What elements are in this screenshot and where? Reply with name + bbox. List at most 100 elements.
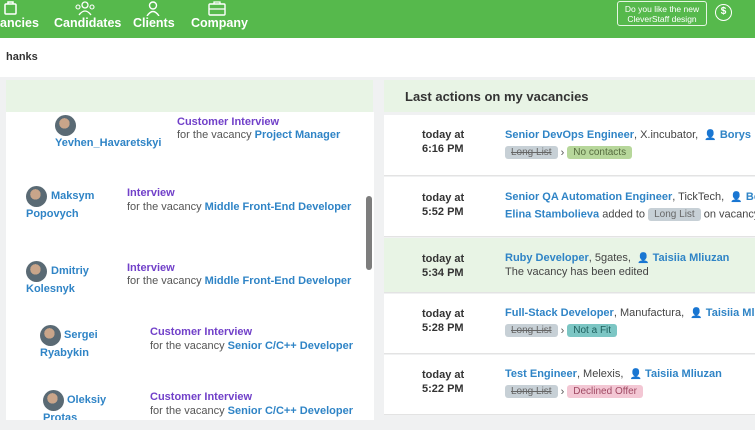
vacancy-link[interactable]: Senior C/C++ Developer — [228, 405, 353, 417]
user-link[interactable]: Bory — [746, 191, 755, 203]
candidate-name-last[interactable]: Popovych — [26, 206, 79, 222]
nav-company[interactable]: Company — [191, 0, 248, 38]
nav-candidates-label: Candidates — [54, 16, 122, 30]
status-from-badge: Long List — [505, 385, 558, 398]
vacancy-link[interactable]: Senior C/C++ Developer — [228, 340, 353, 352]
avatar[interactable] — [55, 115, 76, 136]
user-link[interactable]: Taisiia Mliuzan — [645, 368, 722, 380]
candidate-name-last[interactable]: Ryabykin — [40, 345, 89, 361]
vacancy-link[interactable]: Senior QA Automation Engineer — [505, 191, 672, 203]
activity-line: for the vacancy Middle Front-End Develop… — [127, 275, 351, 287]
vacancy-link[interactable]: Ruby Developer — [505, 252, 589, 264]
action-note: The vacancy has been edited — [505, 266, 649, 278]
nav-clients[interactable]: Clients — [133, 0, 175, 38]
vacancy-link[interactable]: Test Engineer — [505, 368, 577, 380]
right-panel-header: Last actions on my vacancies — [384, 80, 755, 112]
vacancy-link[interactable]: Middle Front-End Developer — [205, 275, 352, 287]
client-name: , 5gates, — [588, 252, 631, 264]
client-name: , Melexis, — [576, 368, 624, 380]
activity-line: for the vacancy Project Manager — [177, 129, 340, 141]
right-panel-title: Last actions on my vacancies — [405, 89, 589, 104]
promo-line1: Do you like the new — [624, 4, 700, 14]
action-day: today at — [422, 192, 465, 204]
clients-icon — [146, 1, 160, 16]
user-icon: 👤 — [637, 253, 650, 264]
status-to-badge: Declined Offer — [567, 385, 644, 398]
for-text: for the vacancy — [177, 129, 252, 141]
action-time: today at 5:52 PM — [422, 191, 464, 219]
company-icon — [208, 1, 226, 16]
user-icon: 👤 — [629, 369, 642, 380]
user-link[interactable]: Borys — [720, 129, 751, 141]
nav-candidates[interactable]: Candidates — [54, 0, 122, 38]
action-line-1: Senior QA Automation Engineer, TickTech,… — [505, 191, 755, 203]
vacancies-icon — [4, 1, 17, 15]
client-name: , TickTech, — [672, 191, 725, 203]
nav-vacancies-label: ancies — [0, 16, 39, 30]
status-to-badge: Not a Fit — [567, 324, 618, 337]
avatar[interactable] — [43, 390, 64, 411]
status-from-badge: Long List — [505, 324, 558, 337]
vacancy-link[interactable]: Project Manager — [255, 129, 341, 141]
promo-button[interactable]: Do you like the new CleverStaff design — [617, 1, 707, 26]
candidate-name-first[interactable]: Dmitriy — [51, 263, 89, 279]
action-row: today at 5:22 PM Test Engineer, Melexis,… — [384, 355, 755, 415]
action-clock: 5:52 PM — [422, 206, 464, 218]
action-time: today at 6:16 PM — [422, 128, 464, 156]
activity-type: Customer Interview — [177, 116, 280, 128]
vacancy-link[interactable]: Middle Front-End Developer — [205, 201, 352, 213]
client-name: , Manufactura, — [613, 307, 685, 319]
user-link[interactable]: Taisiia Mliuzan — [653, 252, 730, 264]
user-link[interactable]: Taisiia Mliuza — [706, 307, 755, 319]
avatar[interactable] — [26, 261, 47, 282]
action-line-2: Long List › No contacts — [505, 146, 635, 159]
promo-line2: CleverStaff design — [627, 14, 697, 24]
candidate-name[interactable]: Yevhen_Havaretskyi — [55, 135, 161, 151]
chevron-right-icon: › — [560, 324, 565, 337]
candidates-icon — [75, 1, 95, 16]
candidate-link[interactable]: Elina Stambolieva — [505, 208, 599, 220]
left-panel-list: Yevhen_Havaretskyi Customer Interview fo… — [6, 112, 366, 420]
chevron-right-icon: › — [560, 385, 565, 398]
action-day: today at — [422, 253, 465, 265]
sub-header-title: hanks — [6, 51, 38, 63]
activity-type: Interview — [127, 187, 175, 199]
activity-type: Interview — [127, 262, 175, 274]
avatar[interactable] — [26, 186, 47, 207]
activity-type: Customer Interview — [150, 326, 253, 338]
activity-type: Customer Interview — [150, 391, 253, 403]
on-text: on vacancy — [703, 208, 755, 221]
candidate-name-last[interactable]: Kolesnyk — [26, 281, 75, 297]
action-row: today at 5:52 PM Senior QA Automation En… — [384, 177, 755, 237]
for-text: for the vacancy — [150, 405, 225, 417]
dollar-icon[interactable]: $ — [715, 4, 732, 21]
sub-header: hanks — [0, 38, 755, 77]
action-row: today at 5:34 PM Ruby Developer, 5gates,… — [384, 238, 755, 293]
action-line-1: Ruby Developer, 5gates, 👤 Taisiia Mliuza… — [505, 252, 729, 264]
nav-vacancies[interactable]: ancies — [0, 0, 42, 38]
action-day: today at — [422, 129, 465, 141]
action-line-1: Test Engineer, Melexis, 👤 Taisiia Mliuza… — [505, 368, 722, 380]
left-panel-header — [6, 80, 373, 112]
top-nav: ancies Candidates Clients Company Do you… — [0, 0, 755, 38]
vacancy-link[interactable]: Senior DevOps Engineer — [505, 129, 634, 141]
candidate-name-last[interactable]: Protas — [43, 410, 77, 420]
avatar[interactable] — [40, 325, 61, 346]
candidate-name-first[interactable]: Maksym — [51, 188, 94, 204]
action-line-1: Full-Stack Developer, Manufactura, 👤 Tai… — [505, 307, 755, 319]
for-text: for the vacancy — [127, 275, 202, 287]
for-text: for the vacancy — [150, 340, 225, 352]
client-name: , X.incubator, — [633, 129, 699, 141]
candidate-name-first[interactable]: Oleksiy — [67, 392, 106, 408]
activity-line: for the vacancy Senior C/C++ Developer — [150, 340, 353, 352]
status-to-badge: No contacts — [567, 146, 633, 159]
nav-company-label: Company — [191, 16, 248, 30]
added-text: added to — [602, 208, 646, 221]
vacancy-link[interactable]: Full-Stack Developer — [505, 307, 614, 319]
action-row: today at 5:28 PM Full-Stack Developer, M… — [384, 294, 755, 354]
scrollbar-thumb[interactable] — [366, 196, 372, 270]
candidate-name-first[interactable]: Sergei — [64, 327, 98, 343]
action-clock: 5:22 PM — [422, 383, 464, 395]
action-line-2: Elina Stambolieva added to Long List on v… — [505, 208, 755, 221]
list-badge: Long List — [648, 208, 701, 221]
